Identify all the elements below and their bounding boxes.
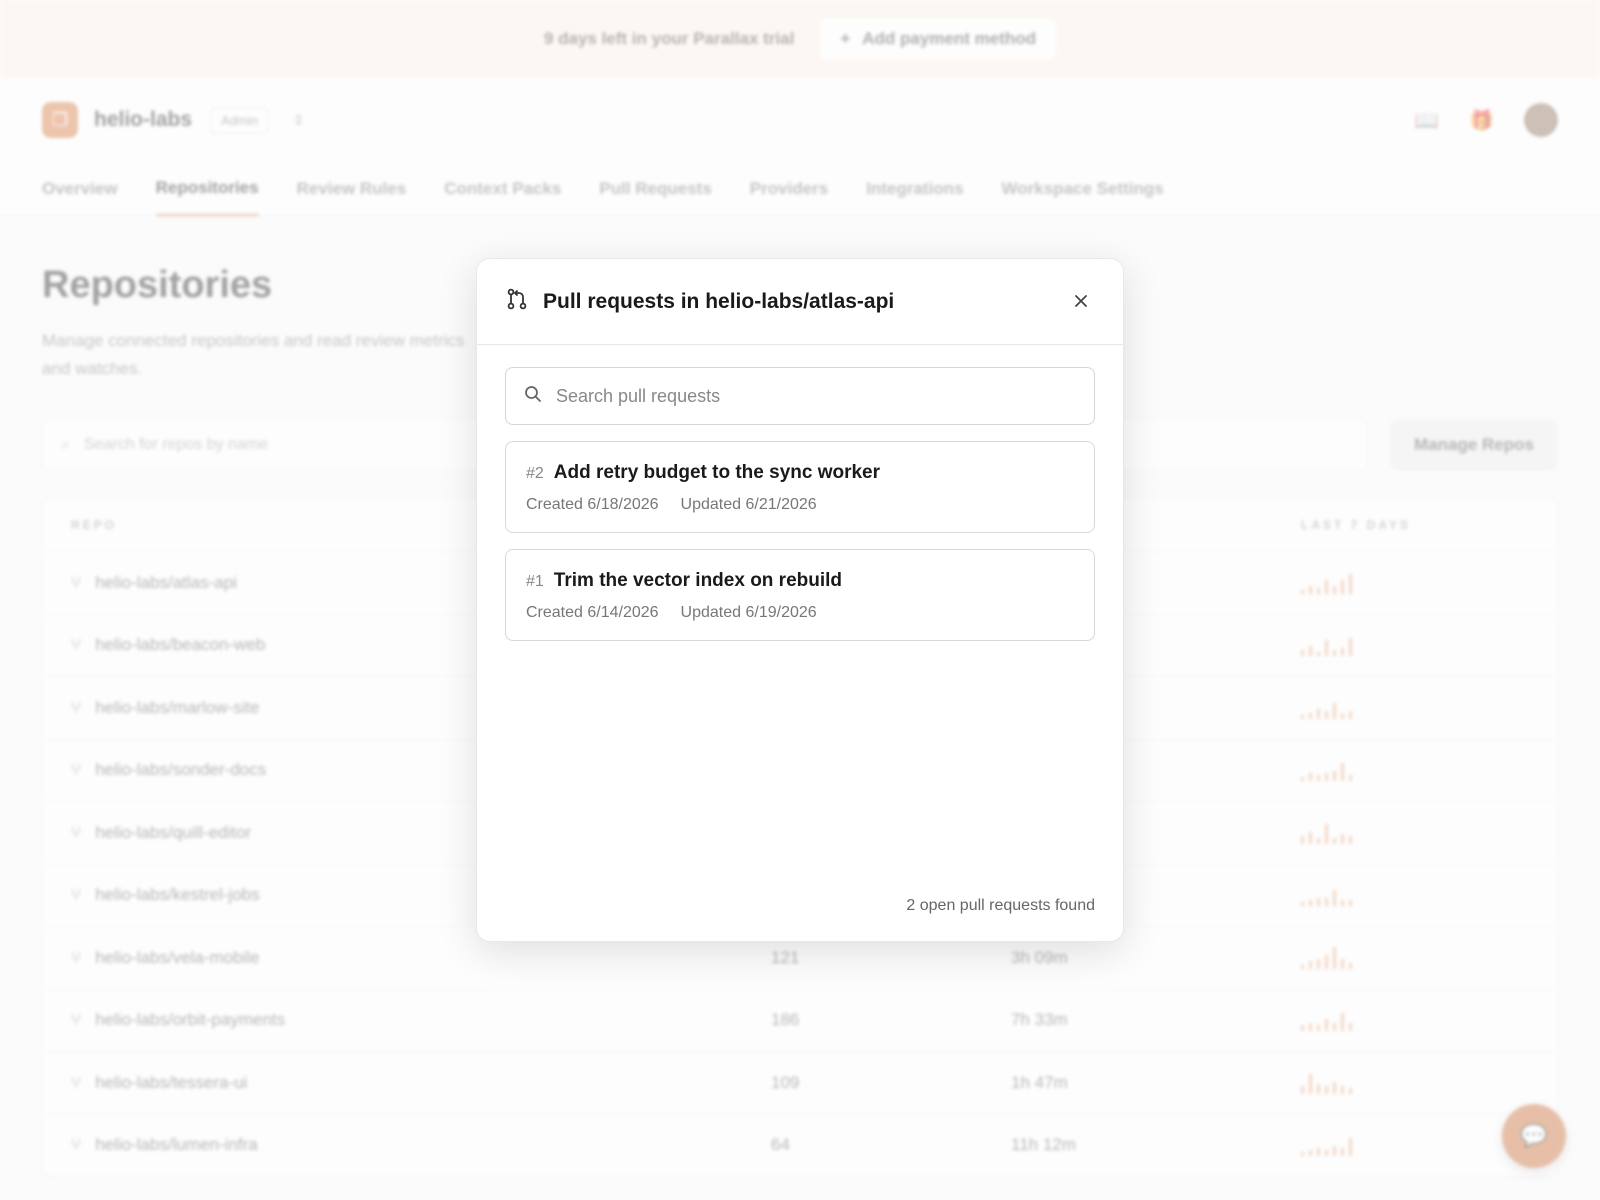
pr-title-row: #2 Add retry budget to the sync worker — [526, 462, 1074, 484]
pull-requests-modal: Pull requests in helio-labs/atlas-api #2… — [476, 258, 1124, 942]
pr-number: #1 — [526, 573, 544, 590]
pr-item-2[interactable]: #2 Add retry budget to the sync worker C… — [505, 441, 1095, 533]
pr-search-input[interactable] — [556, 385, 1076, 407]
search-icon — [524, 385, 542, 408]
pr-updated: Updated 6/21/2026 — [680, 496, 817, 513]
pr-title-row: #1 Trim the vector index on rebuild — [526, 570, 1074, 592]
pr-created: Created 6/18/2026 — [526, 496, 659, 513]
git-pull-request-icon — [507, 288, 527, 315]
modal-body: #2 Add retry budget to the sync worker C… — [477, 345, 1123, 641]
pr-meta: Created 6/18/2026 Updated 6/21/2026 — [526, 496, 1074, 514]
pr-count-footer: 2 open pull requests found — [906, 897, 1095, 914]
pr-title: Trim the vector index on rebuild — [553, 570, 843, 591]
pr-title: Add retry budget to the sync worker — [553, 462, 881, 483]
modal-header: Pull requests in helio-labs/atlas-api — [477, 259, 1123, 345]
close-button[interactable] — [1069, 289, 1093, 315]
pr-meta: Created 6/14/2026 Updated 6/19/2026 — [526, 604, 1074, 622]
pr-updated: Updated 6/19/2026 — [680, 604, 817, 621]
pr-search-box[interactable] — [505, 367, 1095, 425]
modal-title: Pull requests in helio-labs/atlas-api — [543, 289, 895, 313]
pr-created: Created 6/14/2026 — [526, 604, 659, 621]
close-icon — [1075, 294, 1087, 307]
pr-number: #2 — [526, 465, 544, 482]
pr-item-1[interactable]: #1 Trim the vector index on rebuild Crea… — [505, 549, 1095, 641]
